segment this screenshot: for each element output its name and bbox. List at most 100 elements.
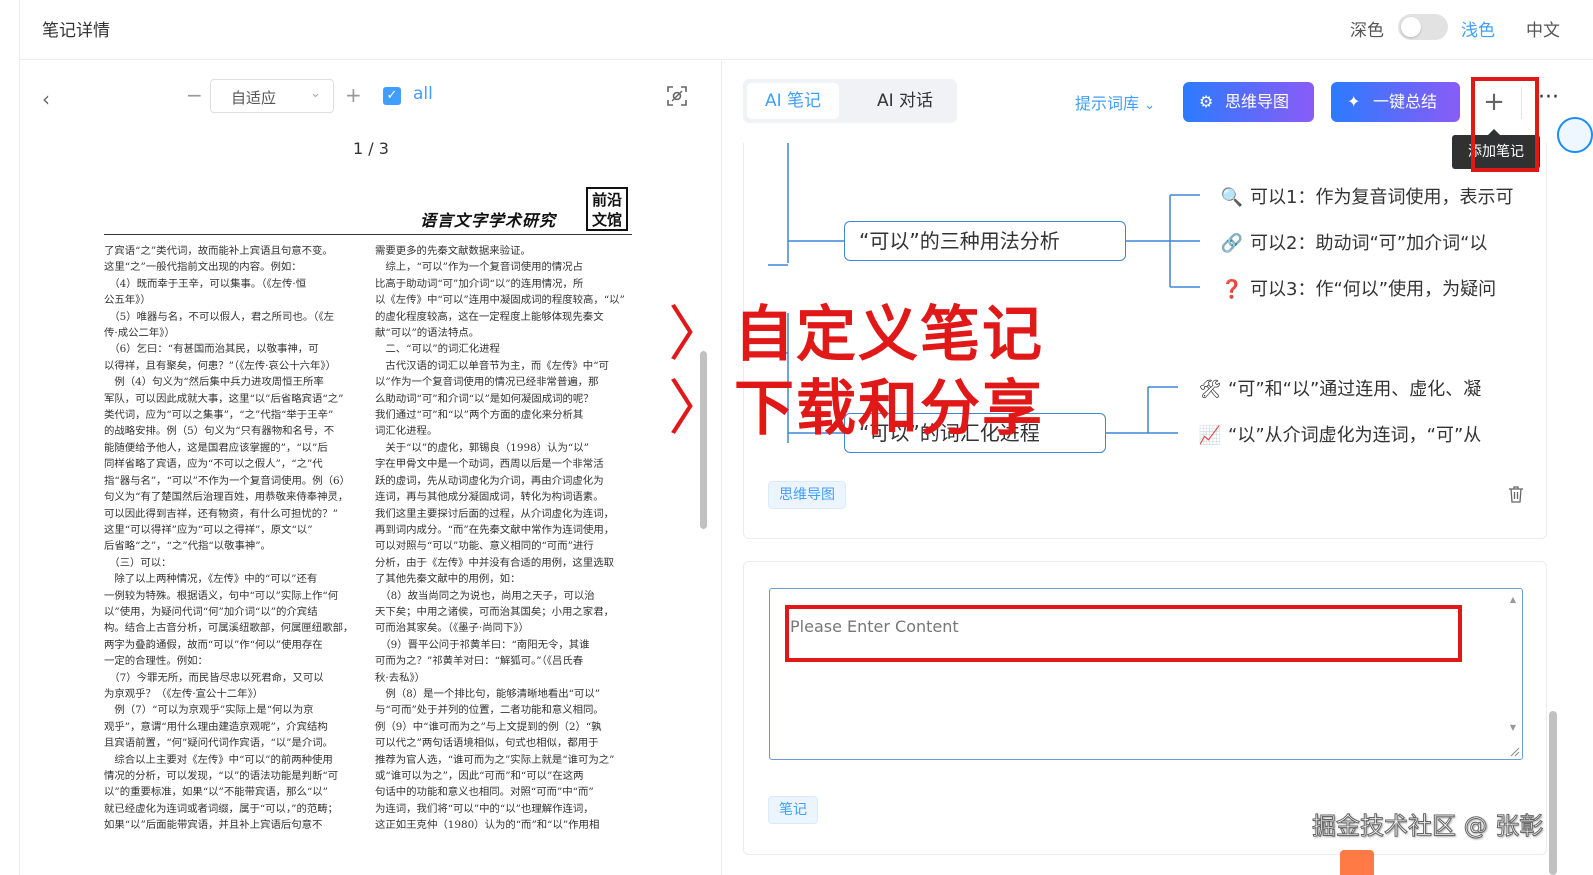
resize-handle-icon[interactable] — [1508, 745, 1520, 757]
annotation-text: 下载和分享 — [734, 374, 1044, 444]
mindmap-leaf[interactable]: 🔗 可以2：助动词“可”加介词“以 — [1220, 229, 1540, 255]
document-line: 例（7）“可以为京观乎”实际上是“何以为京 — [104, 704, 314, 717]
zoom-value: 自适应 — [231, 89, 277, 107]
document-line: 综上，“可以”作为一个复音词使用的情况占 — [375, 261, 584, 274]
document-line: 我们这里主要探讨后面的过程，从介词虚化为连词， — [375, 507, 614, 520]
mindmap-button-label: 思维导图 — [1225, 92, 1290, 111]
document-line: 类代词，应为“可以之集事”，“之”代指“举于王辛” — [104, 409, 334, 422]
mindmap-tag: 思维导图 — [768, 481, 846, 509]
document-line: 秋·去私》） — [375, 671, 426, 684]
document-line: （4）既而幸于王辛，可以集事。（《左传·恒 — [104, 277, 307, 290]
chevron-left-icon[interactable]: ‹ — [42, 87, 50, 111]
document-line: 的虚化程度较高，这在一定程度上能够体现先秦文 — [375, 310, 604, 323]
scan-icon[interactable] — [666, 85, 688, 107]
document-line: （三）可以： — [104, 556, 172, 569]
document-line: 且宾语前置，“何”疑问代词作宾语，“以”是介词。 — [104, 737, 334, 750]
document-line: 这里“可以得祥”应为“可以之得祥”，原文“以” — [104, 523, 313, 536]
annotation-download-share: 〉下载和分享 — [668, 374, 1044, 444]
document-line: 句义为“有了楚国然后治理百姓，用恭敬来侍奉神灵， — [104, 491, 349, 504]
zoom-in-button[interactable]: + — [345, 83, 362, 107]
theme-toggle[interactable] — [1398, 14, 1448, 40]
theme-light-label[interactable]: 浅色 — [1461, 16, 1495, 41]
magic-wand-icon: ✦ — [1347, 92, 1361, 111]
document-line: 传·成公二年》） — [104, 327, 175, 340]
document-line: 了其他先秦文献中的用例，如： — [375, 573, 521, 586]
page-indicator: 1 / 3 — [353, 139, 389, 158]
highlight-frame-input — [785, 605, 1462, 662]
zoom-select[interactable]: 自适应 ⌄ — [210, 79, 334, 113]
zoom-out-button[interactable]: − — [186, 83, 203, 107]
document-line: （8）故当尚同之为说也，尚用之天子，可以治 — [375, 589, 595, 602]
document-line: 么助动词“可”和介词“以”是如何凝固成词的呢？ — [375, 392, 594, 405]
document-line: 一例较为特殊。根据语义，句中“可以”实际上作“何 — [104, 589, 339, 602]
app-root: 笔记详情 深色 浅色 中文 ‹ − 自适应 ⌄ + ✓ all 1 / 3 语言… — [0, 0, 1593, 875]
document-page: 语言文字学术研究 前沿 文馆 了宾语“之”类代词，故而能补上宾语且句意不变。 这里… — [104, 181, 632, 875]
document-line: 就已经虚化为连词或者词缀，属于“可以，”的范畴； — [104, 802, 339, 815]
document-line: 情况的分析，可以发现，“以”的语法功能是判断“可 — [104, 770, 339, 782]
theme-dark-label[interactable]: 深色 — [1350, 16, 1384, 41]
journal-title: 语言文字学术研究 — [420, 211, 557, 230]
more-icon[interactable]: ··· — [1538, 85, 1559, 110]
leaf-text: “可”和“以”通过连用、虚化、凝 — [1228, 379, 1482, 400]
document-line: 同样省略了宾语，应为“不可以之假人”，“之”代 — [104, 458, 323, 471]
assistant-badge-icon[interactable] — [1557, 117, 1593, 153]
document-line: 军队，可以因此成就大事，这里“以”后省略宾语“之” — [104, 392, 344, 405]
leaf-text: 可以1：作为复音词使用，表示可 — [1250, 187, 1514, 208]
document-line: 献“可以”的语法特点。 — [375, 327, 480, 340]
journal-seal: 前沿 文馆 — [586, 187, 628, 231]
document-line: 能随便给予他人，这是国君应该掌握的”，“以”后 — [104, 441, 328, 454]
language-select[interactable]: 中文 — [1526, 16, 1560, 41]
scroll-up-icon[interactable]: ▲ — [1510, 595, 1516, 604]
tab-ai-note[interactable]: AI 笔记 — [747, 83, 839, 119]
document-line: 需要更多的先秦文献数据来验证。 — [375, 245, 531, 257]
annotation-text: 自定义笔记 — [734, 300, 1044, 370]
toggle-knob — [1401, 17, 1421, 37]
tools-icon: 🛠 — [1198, 379, 1222, 400]
annotation-custom-note: 〉自定义笔记 — [668, 300, 1044, 370]
summary-button[interactable]: ✦ 一键总结 — [1331, 82, 1460, 122]
chevron-down-icon: ⌄ — [1144, 98, 1156, 113]
arrow-icon: 〉 — [668, 374, 730, 444]
document-line: 推荐为官人选，“谁可而为之”实际上就是“谁可为之” — [375, 753, 615, 766]
scroll-down-icon[interactable]: ▼ — [1510, 723, 1516, 732]
note-tag: 笔记 — [768, 796, 818, 824]
leaf-text: “以”从介词虚化为连词，“可”从 — [1228, 425, 1482, 446]
document-line: 为连词，我们将“可以”中的“以”也理解作连词， — [375, 802, 594, 815]
document-line: 以”使用，为疑问代词“何”加介词“以”的介宾结 — [104, 605, 318, 618]
document-line: 连词，再与其他成分凝固成词，转化为构词语素。 — [375, 491, 604, 504]
document-line: 分析，由于《左传》中并没有合适的用例，这里选取 — [375, 556, 614, 569]
all-checkbox[interactable]: ✓ — [383, 87, 401, 105]
document-line: 构。结合上古音分析，可属溪纽歌部，何属匣纽歌部， — [104, 622, 354, 635]
mindmap-leaf[interactable]: 🛠 “可”和“以”通过连用、虚化、凝 — [1198, 375, 1518, 401]
leaf-text: 可以2：助动词“可”加介词“以 — [1250, 233, 1488, 254]
document-line: 或“谁可以为之”，因此“可而”和“可以”在这两 — [375, 770, 584, 782]
document-line: 例（9）中“谁可而为之”与上文提到的例（2）“孰 — [375, 720, 602, 733]
all-label[interactable]: all — [413, 84, 433, 104]
tab-ai-chat[interactable]: AI 对话 — [859, 83, 951, 119]
mindmap-leaf[interactable]: 📈 “以”从介词虚化为连词，“可”从 — [1198, 421, 1518, 447]
mindmap-node-usage[interactable]: “可以”的三种用法分析 — [844, 221, 1126, 261]
document-line: 我们通过“可”和“以”两个方面的虚化来分析其 — [375, 409, 584, 422]
document-line: 再到词内成分。“而”在先秦文献中常作为连词使用， — [375, 523, 615, 536]
summary-button-label: 一键总结 — [1373, 92, 1438, 111]
mindmap-button[interactable]: ⚙ 思维导图 — [1183, 82, 1314, 122]
document-line: （7）今罪无所，而民皆尽忠以死君命，又可以 — [104, 671, 324, 684]
document-line: 以”作为一个复音词使用的情况已经非常普遍，那 — [375, 376, 599, 389]
panel-scrollbar[interactable] — [1549, 711, 1557, 875]
document-line: 观乎”，意谓“用什么理由建造京观呢”，介宾结构 — [104, 720, 328, 733]
document-line: 例（4）句义为“然后集中兵力进攻周恒王所率 — [104, 376, 324, 389]
document-line: 可以因此得到吉祥，还有物资，有什么可担忧的？” — [104, 507, 338, 520]
mindmap-leaf[interactable]: 🔍 可以1：作为复音词使用，表示可 — [1220, 183, 1540, 209]
mindmap-leaf[interactable]: ❓ 可以3：作“何以”使用，为疑问 — [1220, 275, 1540, 301]
trash-icon[interactable] — [1508, 485, 1524, 503]
document-line: 两字为叠韵通假，故而“可以”作“何以”使用存在 — [104, 638, 323, 651]
document-line: 以得祥，且有聚矣，何患？”（《左传·哀公十六年》） — [104, 359, 336, 372]
magnifier-icon: 🔍 — [1220, 187, 1244, 208]
document-line: （9）晋平公问于祁黄羊曰：“南阳无令，其谁 — [375, 638, 590, 651]
document-line: 与“可而”处于并列的位置，二者功能和意义相同。 — [375, 704, 604, 717]
document-line: （6）乞曰：“有甚国而治其民，以敬事神，可 — [104, 343, 319, 356]
document-viewer: ‹ − 自适应 ⌄ + ✓ all 1 / 3 语言文字学术研究 前沿 文馆 了… — [20, 61, 722, 875]
prompt-library-dropdown[interactable]: 提示词库 ⌄ — [1075, 90, 1155, 114]
prompt-library-label: 提示词库 — [1075, 94, 1140, 113]
document-line: 天下矣；中用之诸侯，可而治其国矣；小用之家君， — [375, 605, 614, 618]
